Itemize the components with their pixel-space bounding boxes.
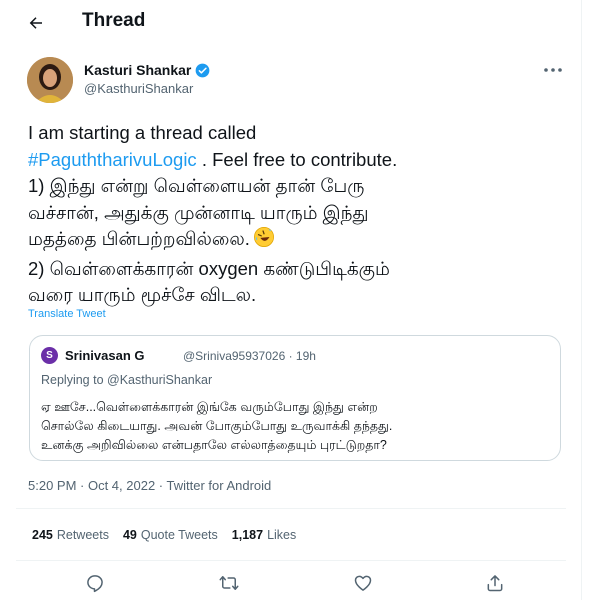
arrow-left-icon [29,17,42,29]
author-name[interactable]: Kasturi Shankar [84,62,210,78]
quote-line: உனக்கு அறிவில்லை என்பதாலே எல்லாத்தையும் … [41,438,387,452]
more-options-button[interactable] [541,62,565,78]
likes-label: Likes [267,528,297,542]
tweet-line-text: . Feel free to contribute. [196,148,398,170]
tweet-line: மதத்தை பின்பற்றவில்லை. [28,226,558,256]
quote-replying-to: Replying to @KasthuriShankar [41,373,212,387]
quote-tweets-count: 49 [122,528,137,542]
author-name-text: Kasturi Shankar [84,62,192,78]
like-button[interactable] [350,570,376,596]
quote-author-name: Srinivasan G [65,348,145,363]
quote-tweets-label: Quote Tweets [140,528,218,542]
reply-icon [87,575,103,593]
verified-badge-icon [195,63,210,78]
tweet-line: 1) இந்து என்று வெள்ளையன் தான் பேரு [28,175,365,196]
quoted-tweet[interactable]: S Srinivasan G @Sriniva95937026 · 19h Re… [29,335,561,461]
quote-tweets-stat[interactable]: 49 Quote Tweets [123,528,218,542]
likes-count: 1,187 [231,528,264,542]
translate-tweet-link[interactable]: Translate Tweet [28,308,106,320]
tweet-actions [0,570,582,598]
more-horizontal-icon [544,68,562,72]
tweet-line: வரை யாரும் மூச்சே விடல. [28,284,257,305]
heart-icon [354,575,372,591]
author-avatar[interactable] [27,57,73,103]
likes-stat[interactable]: 1,187 Likes [232,528,296,542]
thread-view: Thread Kasturi Shankar @KasthuriShankar … [0,0,582,600]
quote-line: சொல்லே கிடையாது. அவன் போகும்போது உருவாக்… [41,419,393,433]
divider [16,560,566,561]
retweet-button[interactable] [216,570,242,596]
tweet-text: I am starting a thread called #Paguththa… [28,120,558,309]
author-handle[interactable]: @KasthuriShankar [84,81,193,96]
tweet-line: 2) வெள்ளைக்காரன் oxygen கண்டுபிடிக்கும் [28,257,390,279]
quote-text: ஏ ஊசே...வெள்ளைக்காரன் இங்கே வரும்போது இந… [41,398,551,455]
rolling-on-floor-laughing-emoji [253,226,275,256]
share-button[interactable] [482,570,508,596]
replying-handle: @KasthuriShankar [107,373,213,387]
hashtag-link[interactable]: #PaguththarivuLogic [28,149,197,170]
avatar-image [27,57,73,103]
retweet-icon [219,576,239,590]
tweet-stats: 245 Retweets 49 Quote Tweets 1,187 Likes [32,528,296,542]
tweet-line: #PaguththarivuLogic . Feel free to contr… [28,147,558,174]
quote-author-handle-time: @Sriniva95937026 · 19h [183,349,316,363]
thread-header: Thread [0,0,582,44]
back-button[interactable] [22,9,50,37]
retweets-count: 245 [32,528,53,542]
share-icon [487,575,503,592]
retweets-label: Retweets [56,528,109,542]
reply-button[interactable] [82,570,108,596]
page-title: Thread [82,10,146,31]
retweets-stat[interactable]: 245 Retweets [32,528,109,542]
replying-prefix: Replying to [41,373,108,387]
tweet-line: வச்சான், அதுக்கு முன்னாடி யாரும் இந்து [28,201,369,223]
tweet-line-text: மதத்தை பின்பற்றவில்லை. [28,228,250,249]
tweet-timestamp[interactable]: 5:20 PM · Oct 4, 2022 · Twitter for Andr… [28,478,271,493]
quote-avatar: S [41,347,58,364]
quote-line: ஏ ஊசே...வெள்ளைக்காரன் இங்கே வரும்போது இந… [41,400,378,414]
divider [16,508,566,509]
tweet-line: I am starting a thread called [28,122,257,143]
